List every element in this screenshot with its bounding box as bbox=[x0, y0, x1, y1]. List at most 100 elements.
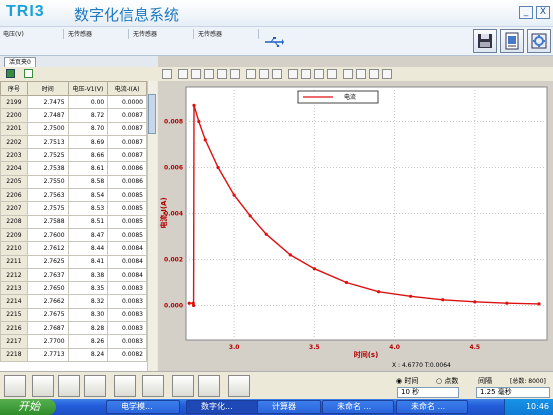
cell-index: 2214 bbox=[0, 294, 28, 309]
cell-index: 2201 bbox=[0, 121, 28, 136]
col-header-current[interactable]: 电流-I(A) bbox=[107, 81, 147, 96]
cell-time: 2.7612 bbox=[26, 241, 69, 256]
current-chart[interactable]: 0.0000.0020.0040.0060.008 3.0 3.5 4.0 4.5 电… bbox=[158, 81, 553, 371]
radio-time[interactable]: ◉ 时间 bbox=[396, 376, 418, 386]
chart-toolbar bbox=[158, 67, 553, 81]
minimize-button[interactable]: _ bbox=[519, 6, 533, 19]
cell-voltage: 8.28 bbox=[67, 321, 109, 336]
tab-binder[interactable]: 活页夹0 bbox=[4, 57, 36, 67]
sensor-slot-2[interactable]: 无传感器 bbox=[68, 29, 92, 38]
tangent-icon[interactable] bbox=[369, 69, 379, 79]
task-item-active[interactable]: 数字化... bbox=[186, 400, 260, 414]
col-header-voltage[interactable]: 电压-V1(V) bbox=[67, 81, 109, 96]
close-button[interactable]: X bbox=[536, 6, 550, 19]
cell-voltage: 8.72 bbox=[67, 108, 109, 123]
calendar-icon[interactable] bbox=[84, 375, 106, 397]
task-item[interactable]: 未命名 ... bbox=[322, 400, 394, 414]
scale-icon[interactable] bbox=[272, 69, 282, 79]
edit-icon[interactable] bbox=[228, 375, 250, 397]
table-row[interactable]: 2209 2.7600 8.47 0.0085 bbox=[0, 227, 147, 243]
table-row[interactable]: 2206 2.7563 8.54 0.0085 bbox=[0, 188, 147, 203]
disk-icon[interactable] bbox=[314, 69, 324, 79]
table-row[interactable]: 2217 2.7700 8.26 0.0083 bbox=[0, 334, 147, 349]
table-row[interactable]: 2202 2.7513 8.69 0.0087 bbox=[0, 134, 147, 150]
table-row[interactable]: 2207 2.7575 8.53 0.0085 bbox=[0, 201, 147, 216]
table-row[interactable]: 2210 2.7612 8.44 0.0084 bbox=[0, 241, 147, 256]
cell-index: 2216 bbox=[0, 321, 28, 336]
fit-icon[interactable] bbox=[259, 69, 269, 79]
slot-divider bbox=[63, 29, 64, 39]
sensor-slot-3[interactable]: 无传感器 bbox=[133, 29, 157, 38]
stop-icon[interactable] bbox=[198, 375, 220, 397]
col-header-index[interactable]: 序号 bbox=[0, 81, 28, 96]
table-row[interactable]: 2211 2.7625 8.41 0.0084 bbox=[0, 254, 147, 269]
grid-toggle-icon[interactable] bbox=[327, 69, 337, 79]
settings-icon[interactable] bbox=[527, 29, 551, 53]
table-row[interactable]: 2218 2.7713 8.24 0.0082 bbox=[0, 347, 147, 362]
table-row[interactable]: 2199 2.7475 0.00 0.0000 bbox=[0, 94, 147, 110]
table-row[interactable]: 2216 2.7687 8.28 0.0083 bbox=[0, 321, 147, 336]
cell-index: 2213 bbox=[0, 281, 28, 296]
play-icon[interactable] bbox=[114, 375, 136, 397]
cell-time: 2.7600 bbox=[26, 227, 69, 243]
table-row[interactable]: 2205 2.7550 8.58 0.0086 bbox=[0, 174, 147, 190]
cell-current: 0.0086 bbox=[107, 161, 147, 176]
sensor-slot-4[interactable]: 无传感器 bbox=[198, 29, 222, 38]
pointer-icon[interactable] bbox=[162, 69, 172, 79]
table-row[interactable]: 2208 2.7588 8.51 0.0085 bbox=[0, 214, 147, 229]
cell-index: 2209 bbox=[0, 227, 28, 243]
delete-icon[interactable] bbox=[32, 375, 54, 397]
cell-current: 0.0087 bbox=[107, 108, 147, 123]
app-logo: TRI3 bbox=[6, 3, 45, 20]
table-row[interactable]: 2214 2.7662 8.32 0.0083 bbox=[0, 294, 147, 309]
col-header-time[interactable]: 时间 bbox=[26, 81, 69, 96]
cell-current: 0.0084 bbox=[107, 254, 147, 269]
slot-divider bbox=[258, 29, 259, 39]
table-view-icon[interactable] bbox=[6, 69, 15, 78]
print-icon[interactable] bbox=[382, 69, 392, 79]
scrollbar-thumb[interactable] bbox=[148, 94, 156, 134]
table-icon[interactable] bbox=[301, 69, 311, 79]
pan-icon[interactable] bbox=[246, 69, 256, 79]
table-row[interactable]: 2215 2.7675 8.30 0.0083 bbox=[0, 307, 147, 323]
pencil-icon[interactable] bbox=[58, 375, 80, 397]
undo-icon[interactable] bbox=[4, 375, 26, 397]
table-row[interactable]: 2213 2.7650 8.35 0.0083 bbox=[0, 281, 147, 296]
copy-icon[interactable] bbox=[343, 69, 353, 79]
table-row[interactable]: 2203 2.7525 8.66 0.0087 bbox=[0, 148, 147, 163]
zoom-box-icon[interactable] bbox=[217, 69, 227, 79]
legend: 电流 bbox=[297, 90, 379, 104]
crosshair-icon[interactable] bbox=[178, 69, 188, 79]
pause-icon[interactable] bbox=[172, 375, 194, 397]
cell-current: 0.0083 bbox=[107, 307, 147, 323]
cell-voltage: 8.66 bbox=[67, 148, 109, 163]
task-item[interactable]: 计算器 bbox=[257, 400, 321, 414]
duration-select[interactable]: 10 秒 bbox=[397, 387, 459, 398]
cell-voltage: 8.38 bbox=[67, 267, 109, 283]
zoom-out-icon[interactable] bbox=[204, 69, 214, 79]
task-item[interactable]: 电学模... bbox=[106, 400, 180, 414]
cell-voltage: 8.69 bbox=[67, 134, 109, 150]
data-point bbox=[264, 232, 268, 236]
document-icon[interactable] bbox=[500, 29, 524, 53]
table-row[interactable]: 2200 2.7487 8.72 0.0087 bbox=[0, 108, 147, 123]
zoom-in-icon[interactable] bbox=[191, 69, 201, 79]
sensor-bar: 电压(V) 无传感器 无传感器 无传感器 bbox=[0, 26, 553, 56]
grid-icon[interactable] bbox=[288, 69, 298, 79]
cell-current: 0.0086 bbox=[107, 174, 147, 190]
interval-select[interactable]: 1.25 毫秒 bbox=[476, 387, 550, 398]
record-icon[interactable] bbox=[142, 375, 164, 397]
fit-curve-icon[interactable] bbox=[356, 69, 366, 79]
cell-current: 0.0083 bbox=[107, 281, 147, 296]
table-row[interactable]: 2212 2.7637 8.38 0.0084 bbox=[0, 267, 147, 283]
radio-points[interactable]: ○ 点数 bbox=[436, 376, 458, 386]
zoom-x-icon[interactable] bbox=[230, 69, 240, 79]
sensor-slot-1[interactable]: 电压(V) bbox=[3, 29, 24, 38]
table-row[interactable]: 2201 2.7500 8.70 0.0087 bbox=[0, 121, 147, 136]
export-icon[interactable] bbox=[24, 69, 33, 78]
save-icon[interactable] bbox=[473, 29, 497, 53]
task-item[interactable]: 未命名 ... bbox=[396, 400, 468, 414]
cell-voltage: 8.24 bbox=[67, 347, 109, 362]
table-row[interactable]: 2204 2.7538 8.61 0.0086 bbox=[0, 161, 147, 176]
start-button[interactable]: 开始 bbox=[0, 399, 56, 415]
